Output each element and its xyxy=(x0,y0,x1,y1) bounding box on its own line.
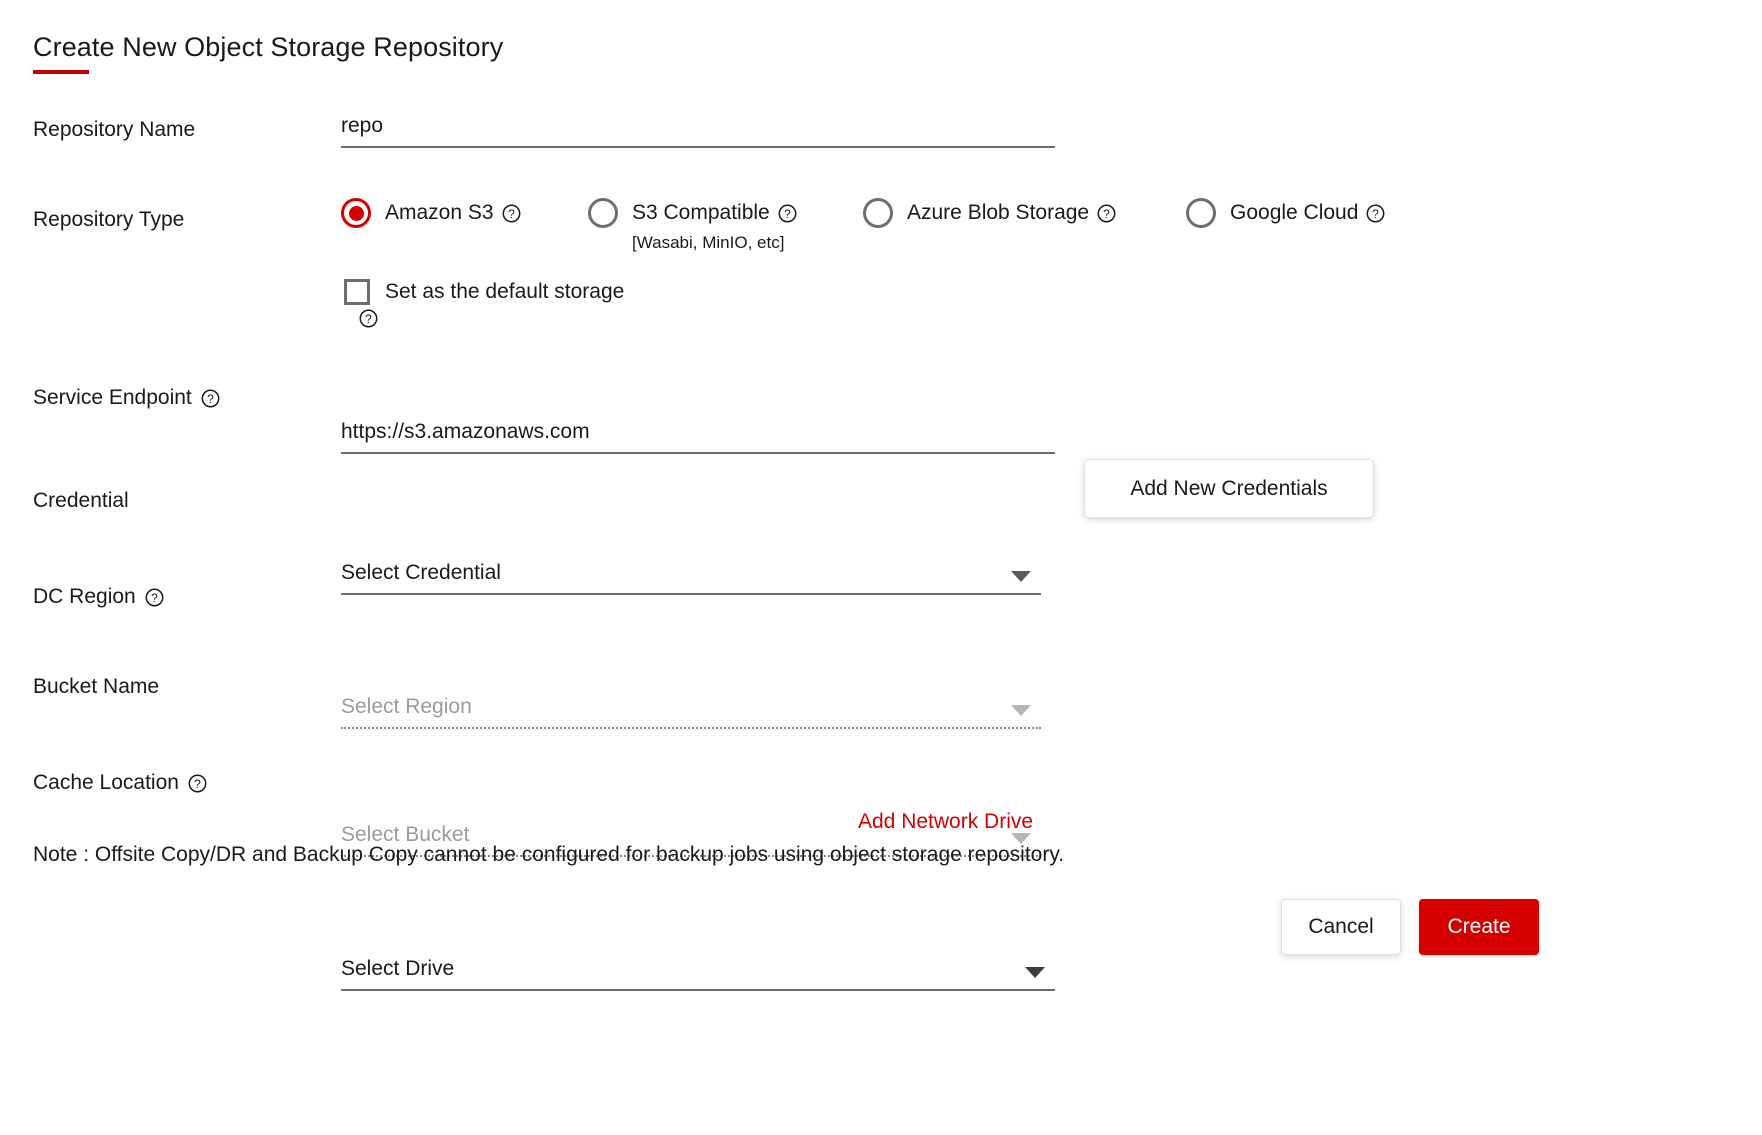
question-circle-icon[interactable]: ? xyxy=(359,309,378,328)
question-circle-icon[interactable]: ? xyxy=(201,389,220,408)
repository-type-label: Repository Type xyxy=(33,208,185,231)
radio-sublabel-s3-compatible: [Wasabi, MinIO, etc] xyxy=(632,233,785,252)
page-title: Create New Object Storage Repository xyxy=(33,32,504,62)
svg-text:?: ? xyxy=(194,777,201,791)
default-storage-checkbox-row: Set as the default storage ? xyxy=(344,279,764,333)
repository-type-label-wrap: Repository Type xyxy=(33,208,184,232)
question-circle-icon[interactable]: ? xyxy=(145,588,164,607)
svg-text:?: ? xyxy=(365,312,372,326)
svg-text:?: ? xyxy=(508,207,515,221)
cache-location-dropdown[interactable]: Select Drive xyxy=(341,953,1055,991)
question-circle-icon[interactable]: ? xyxy=(502,204,521,223)
credential-value: Select Credential xyxy=(341,560,501,584)
repository-name-label-wrap: Repository Name xyxy=(33,118,195,142)
radio-label-google-cloud: Google Cloud xyxy=(1230,201,1359,224)
cache-location-value: Select Drive xyxy=(341,956,455,980)
create-object-storage-repository-dialog: Create New Object Storage Repository Rep… xyxy=(0,0,1762,1135)
question-circle-icon[interactable]: ? xyxy=(1097,204,1116,223)
add-network-drive-link[interactable]: Add Network Drive xyxy=(858,810,1033,834)
bucket-name-label-wrap: Bucket Name xyxy=(33,675,159,699)
title-accent-underline xyxy=(33,70,89,74)
cache-location-label: Cache Location xyxy=(33,771,179,794)
service-endpoint-label: Service Endpoint xyxy=(33,386,192,409)
radio-label-amazon-s3: Amazon S3 xyxy=(385,201,494,224)
radio-option-s3-compatible[interactable]: S3 Compatible ? [Wasabi, MinIO, etc] xyxy=(588,198,863,253)
default-storage-checkbox[interactable] xyxy=(344,279,370,305)
input-underline xyxy=(341,452,1055,454)
radio-dot xyxy=(348,205,364,221)
service-endpoint-label-row: Service Endpoint ? xyxy=(33,386,220,410)
radio-option-amazon-s3[interactable]: Amazon S3 ? xyxy=(341,198,588,228)
service-endpoint-value: https://s3.amazonaws.com xyxy=(341,419,590,443)
chevron-down-icon[interactable] xyxy=(1011,705,1031,716)
input-underline-dotted xyxy=(341,727,1041,729)
radio-label-google-cloud-wrap: Google Cloud ? xyxy=(1230,201,1385,225)
input-underline xyxy=(341,989,1055,991)
input-underline xyxy=(341,146,1055,148)
radio-label-amazon-s3-wrap: Amazon S3 ? xyxy=(385,201,521,225)
credential-dropdown[interactable]: Select Credential xyxy=(341,557,1041,595)
svg-text:?: ? xyxy=(151,591,158,605)
note-text: Note : Offsite Copy/DR and Backup Copy c… xyxy=(33,843,1065,866)
radio-option-azure-blob-storage[interactable]: Azure Blob Storage ? xyxy=(863,198,1186,228)
service-endpoint-input[interactable]: https://s3.amazonaws.com xyxy=(341,416,1055,454)
default-storage-help-wrap: ? xyxy=(359,309,764,333)
dc-region-label-row: DC Region ? xyxy=(33,585,164,609)
radio-indicator-azure-blob-storage[interactable] xyxy=(863,198,893,228)
question-circle-icon[interactable]: ? xyxy=(778,204,797,223)
input-underline xyxy=(341,593,1041,595)
bucket-name-label: Bucket Name xyxy=(33,675,160,698)
question-circle-icon[interactable]: ? xyxy=(188,774,207,793)
radio-indicator-google-cloud[interactable] xyxy=(1186,198,1216,228)
chevron-down-icon[interactable] xyxy=(1025,967,1045,978)
default-storage-label: Set as the default storage xyxy=(385,280,625,303)
repository-type-radio-group: Amazon S3 ? S3 Compatible ? [Wasabi, Min… xyxy=(341,198,1385,253)
radio-label-s3-compatible: S3 Compatible xyxy=(632,201,770,224)
radio-indicator-amazon-s3[interactable] xyxy=(341,198,371,228)
dc-region-dropdown[interactable]: Select Region xyxy=(341,691,1041,729)
repository-name-label: Repository Name xyxy=(33,118,196,141)
dialog-footer: Cancel Create xyxy=(1281,899,1539,955)
radio-label-s3-compatible-wrap: S3 Compatible ? xyxy=(632,201,797,225)
dc-region-value: Select Region xyxy=(341,694,472,718)
credential-label: Credential xyxy=(33,489,129,512)
svg-text:?: ? xyxy=(1103,207,1110,221)
radio-label-azure-blob-storage: Azure Blob Storage xyxy=(907,201,1090,224)
dialog-title-wrap: Create New Object Storage Repository xyxy=(33,32,503,74)
cache-location-label-wrap: Cache Location ? xyxy=(33,771,207,795)
credential-label-wrap: Credential xyxy=(33,489,129,513)
add-new-credentials-button[interactable]: Add New Credentials xyxy=(1084,459,1374,518)
chevron-down-icon[interactable] xyxy=(1011,571,1031,582)
radio-option-google-cloud[interactable]: Google Cloud ? xyxy=(1186,198,1385,228)
repository-name-value: repo xyxy=(341,113,384,137)
cancel-button[interactable]: Cancel xyxy=(1281,899,1401,955)
cache-location-label-row: Cache Location ? xyxy=(33,771,207,795)
service-endpoint-label-wrap: Service Endpoint ? xyxy=(33,386,220,410)
radio-indicator-s3-compatible[interactable] xyxy=(588,198,618,228)
default-storage-checkbox-line[interactable]: Set as the default storage xyxy=(344,279,764,305)
question-circle-icon[interactable]: ? xyxy=(1366,204,1385,223)
svg-text:?: ? xyxy=(207,392,214,406)
svg-text:?: ? xyxy=(1373,207,1380,221)
dc-region-label: DC Region xyxy=(33,585,136,608)
repository-name-input[interactable]: repo xyxy=(341,110,1055,148)
create-button[interactable]: Create xyxy=(1419,899,1539,955)
svg-text:?: ? xyxy=(784,207,791,221)
dc-region-label-wrap: DC Region ? xyxy=(33,585,164,609)
radio-label-azure-blob-storage-wrap: Azure Blob Storage ? xyxy=(907,201,1116,225)
